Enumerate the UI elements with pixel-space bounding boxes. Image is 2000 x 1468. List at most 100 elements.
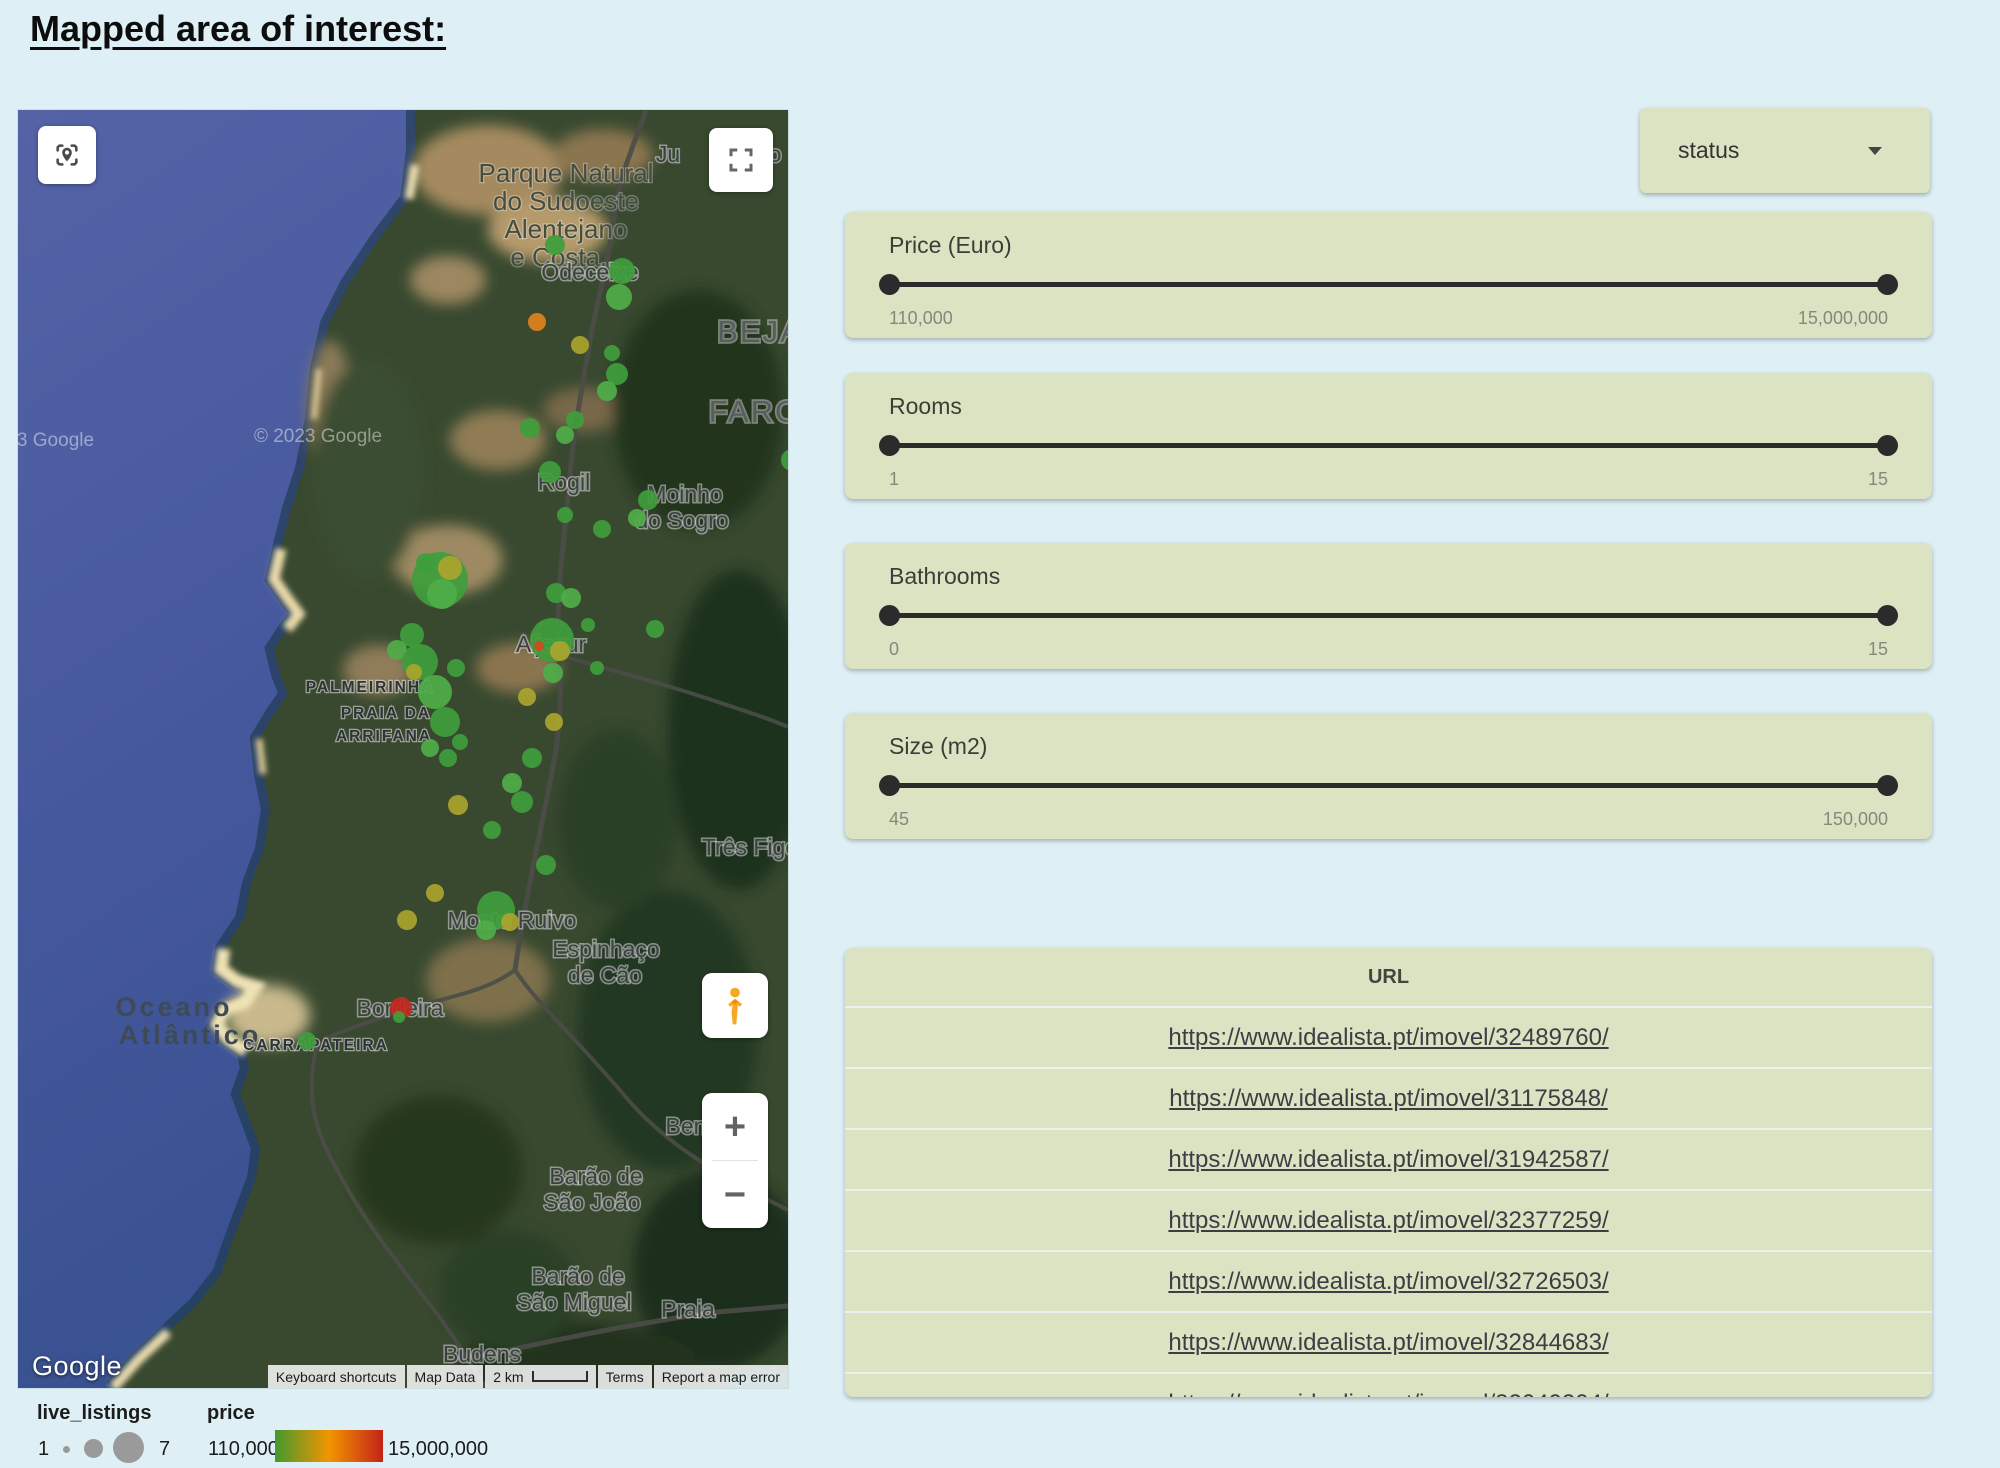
listing-dot[interactable] bbox=[638, 490, 658, 510]
price-slider-handle-min[interactable] bbox=[879, 274, 900, 295]
zoom-out-button[interactable]: − bbox=[702, 1161, 768, 1228]
listing-dot[interactable] bbox=[545, 235, 565, 255]
listing-dot[interactable] bbox=[439, 749, 457, 767]
listing-dot[interactable] bbox=[606, 284, 632, 310]
url-table-row: https://www.idealista.pt/imovel/31942587… bbox=[845, 1129, 1932, 1190]
bathrooms-slider-track[interactable] bbox=[889, 613, 1888, 618]
rooms-slider-label: Rooms bbox=[889, 393, 962, 420]
listing-dot[interactable] bbox=[421, 739, 439, 757]
price-slider-track[interactable] bbox=[889, 282, 1888, 287]
zoom-in-button[interactable]: + bbox=[702, 1093, 768, 1160]
url-table-row: https://www.idealista.pt/imovel/32726503… bbox=[845, 1251, 1932, 1312]
locate-button[interactable] bbox=[38, 126, 96, 184]
listing-dot[interactable] bbox=[511, 791, 533, 813]
listing-link[interactable]: https://www.idealista.pt/imovel/32726503… bbox=[1168, 1268, 1608, 1295]
listing-dot[interactable] bbox=[536, 855, 556, 875]
terms-link[interactable]: Terms bbox=[598, 1365, 652, 1388]
size-slider-handle-min[interactable] bbox=[879, 775, 900, 796]
listing-dot[interactable] bbox=[418, 675, 452, 709]
listing-dot[interactable] bbox=[298, 1032, 316, 1050]
listing-dot[interactable] bbox=[561, 588, 581, 608]
rooms-slider-handle-min[interactable] bbox=[879, 435, 900, 456]
status-dropdown-label: status bbox=[1678, 137, 1739, 164]
listing-dot[interactable] bbox=[528, 313, 546, 331]
map-label: PALMEIRINHA bbox=[306, 679, 435, 696]
listing-dot[interactable] bbox=[571, 336, 589, 354]
listing-dot[interactable] bbox=[448, 795, 468, 815]
map-label: Três Figo bbox=[702, 834, 788, 860]
rooms-min-value: 1 bbox=[889, 469, 899, 490]
listing-link[interactable]: https://www.idealista.pt/imovel/31175848… bbox=[1169, 1085, 1607, 1112]
map-label: PRAIA DA bbox=[341, 705, 431, 722]
map-data-link[interactable]: Map Data bbox=[407, 1365, 484, 1388]
listing-link[interactable]: https://www.idealista.pt/imovel/31942587… bbox=[1168, 1146, 1608, 1173]
bathrooms-slider-handle-min[interactable] bbox=[879, 605, 900, 626]
listing-dot[interactable] bbox=[646, 620, 664, 638]
listing-link[interactable]: https://www.idealista.pt/imovel/32049204… bbox=[1168, 1390, 1608, 1398]
listing-dot[interactable] bbox=[593, 520, 611, 538]
listing-dot[interactable] bbox=[447, 659, 465, 677]
listing-dot[interactable] bbox=[609, 258, 635, 284]
listing-dot[interactable] bbox=[476, 920, 496, 940]
listing-dot[interactable] bbox=[539, 461, 561, 483]
zoom-control: + − bbox=[702, 1093, 768, 1228]
pegman-icon bbox=[718, 986, 752, 1026]
map-label: do Sudoeste bbox=[493, 186, 639, 216]
listing-dot[interactable] bbox=[416, 553, 436, 573]
rooms-slider-track[interactable] bbox=[889, 443, 1888, 448]
listing-dot[interactable] bbox=[556, 426, 574, 444]
pegman-button[interactable] bbox=[702, 973, 768, 1038]
listing-dot[interactable] bbox=[483, 821, 501, 839]
listing-dot[interactable] bbox=[518, 688, 536, 706]
listing-dot[interactable] bbox=[520, 418, 540, 438]
listing-dot[interactable] bbox=[427, 579, 457, 609]
listing-dot[interactable] bbox=[557, 507, 573, 523]
listing-link[interactable]: https://www.idealista.pt/imovel/32844683… bbox=[1168, 1329, 1608, 1356]
rooms-slider-handle-max[interactable] bbox=[1877, 435, 1898, 456]
listing-dot[interactable] bbox=[397, 910, 417, 930]
listing-dot[interactable] bbox=[393, 1011, 405, 1023]
bathrooms-slider-handle-max[interactable] bbox=[1877, 605, 1898, 626]
listing-dot[interactable] bbox=[628, 509, 646, 527]
bathrooms-slider-card: Bathrooms 0 15 bbox=[845, 543, 1932, 669]
listing-dot[interactable] bbox=[426, 884, 444, 902]
price-color-gradient-bar bbox=[275, 1430, 383, 1462]
keyboard-shortcuts-link[interactable]: Keyboard shortcuts bbox=[268, 1365, 405, 1388]
map-label: São Miguel bbox=[516, 1289, 631, 1315]
listing-dot[interactable] bbox=[501, 913, 519, 931]
listing-dot[interactable] bbox=[590, 661, 604, 675]
listing-dot[interactable] bbox=[550, 641, 570, 661]
listing-dot[interactable] bbox=[406, 664, 422, 680]
map-canvas[interactable]: Parque Naturaldo SudoesteAlentejanoe Cos… bbox=[18, 110, 788, 1388]
listing-dot[interactable] bbox=[604, 345, 620, 361]
fullscreen-icon bbox=[726, 145, 756, 175]
size-slider-handle-max[interactable] bbox=[1877, 775, 1898, 796]
listing-dot[interactable] bbox=[534, 641, 544, 651]
listing-dot[interactable] bbox=[597, 381, 617, 401]
listing-dot[interactable] bbox=[502, 773, 522, 793]
color-legend-max: 15,000,000 bbox=[388, 1438, 488, 1461]
listing-dot[interactable] bbox=[566, 411, 584, 429]
listing-dot[interactable] bbox=[543, 663, 563, 683]
map-label: do Sogro bbox=[635, 507, 728, 533]
status-dropdown[interactable]: status bbox=[1640, 108, 1930, 193]
price-slider-handle-max[interactable] bbox=[1877, 274, 1898, 295]
report-map-error-link[interactable]: Report a map error bbox=[654, 1365, 788, 1388]
bathrooms-min-value: 0 bbox=[889, 639, 899, 660]
listing-dot[interactable] bbox=[522, 748, 542, 768]
listing-dot[interactable] bbox=[430, 707, 460, 737]
listing-dot[interactable] bbox=[545, 713, 563, 731]
map-label: São João bbox=[543, 1189, 640, 1215]
listing-link[interactable]: https://www.idealista.pt/imovel/32377259… bbox=[1168, 1207, 1608, 1234]
listing-link[interactable]: https://www.idealista.pt/imovel/32489760… bbox=[1168, 1024, 1608, 1051]
map-label: Moinho bbox=[647, 481, 722, 507]
map-label: de Cão bbox=[568, 962, 642, 988]
fullscreen-button[interactable] bbox=[709, 128, 773, 192]
size-legend-dot-large bbox=[113, 1432, 144, 1463]
listing-dot[interactable] bbox=[438, 556, 462, 580]
listing-dot[interactable] bbox=[581, 618, 595, 632]
size-slider-track[interactable] bbox=[889, 783, 1888, 788]
google-logo[interactable]: Google bbox=[32, 1351, 122, 1382]
rooms-max-value: 15 bbox=[1868, 469, 1888, 490]
listing-dot[interactable] bbox=[452, 734, 468, 750]
